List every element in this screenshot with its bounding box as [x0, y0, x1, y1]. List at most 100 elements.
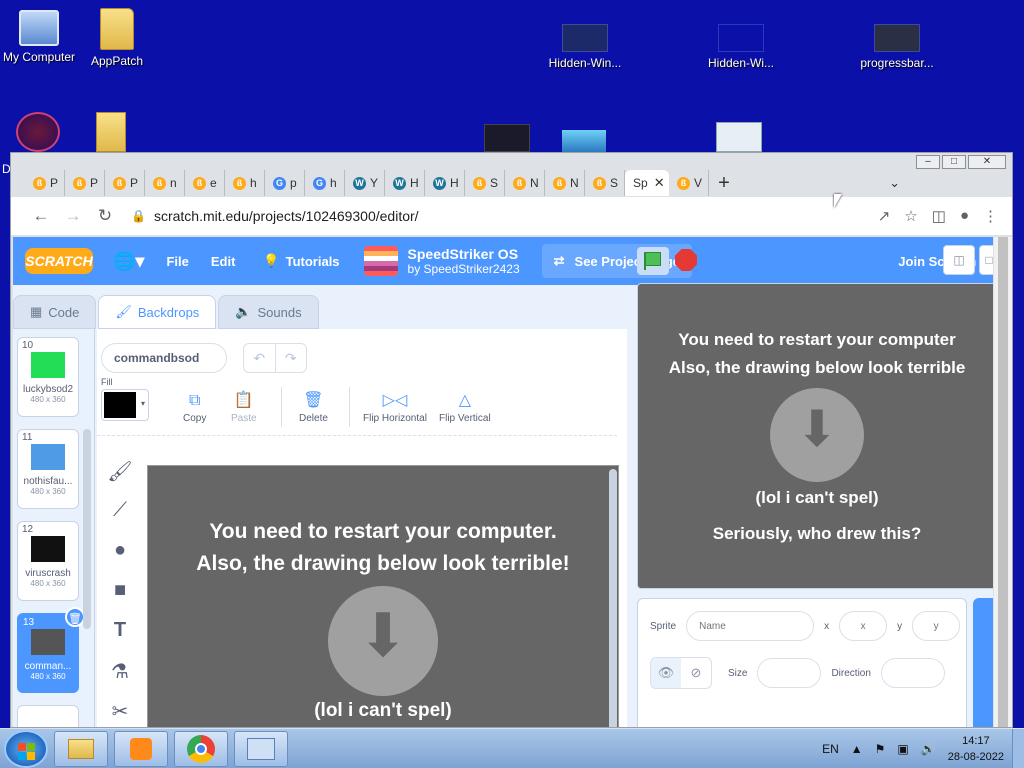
- page-scrollbar[interactable]: [994, 237, 1012, 727]
- fill-color-picker[interactable]: ▾: [101, 389, 149, 421]
- browser-tab[interactable]: ßS: [465, 170, 505, 196]
- back-icon[interactable]: ←: [25, 206, 57, 226]
- browser-tab[interactable]: WH: [385, 170, 425, 196]
- language-indicator[interactable]: EN: [822, 742, 839, 756]
- more-menu-icon[interactable]: ⋮: [983, 207, 998, 225]
- taskbar-explorer[interactable]: [54, 730, 108, 767]
- browser-tab[interactable]: ßS: [585, 170, 625, 196]
- list-scrollbar[interactable]: [83, 429, 91, 629]
- flip-vertical-button[interactable]: △ Flip Vertical: [439, 389, 491, 424]
- browser-tab[interactable]: ßP: [25, 170, 65, 196]
- action-center-icon[interactable]: ⚑: [875, 742, 886, 756]
- stage-selector-panel[interactable]: [973, 598, 993, 727]
- small-stage-button[interactable]: ◫: [943, 245, 975, 275]
- fill-tool-icon[interactable]: ⚗: [105, 659, 135, 699]
- direction-input[interactable]: [880, 658, 945, 688]
- network-icon[interactable]: ▣: [897, 742, 908, 756]
- close-tab-icon[interactable]: ✕: [654, 175, 665, 191]
- backdrop-item[interactable]: 10 luckybsod2 480 x 360: [17, 337, 79, 417]
- browser-tab[interactable]: ße: [185, 170, 225, 196]
- project-author[interactable]: by SpeedStriker2423: [408, 262, 520, 276]
- tab-backdrops[interactable]: 🖌 Backdrops: [98, 295, 217, 329]
- desktop-icon-hidden-win-2[interactable]: Hidden-Wi...: [696, 24, 786, 70]
- taskbar-control-panel[interactable]: [234, 730, 288, 767]
- desktop-icon-thumb-3[interactable]: [716, 122, 762, 152]
- browser-tab[interactable]: ßP: [65, 170, 105, 196]
- green-flag-button[interactable]: [637, 247, 669, 275]
- backdrop-item-partial[interactable]: [17, 705, 79, 727]
- profile-avatar-icon[interactable]: ●: [960, 207, 969, 225]
- maximize-button[interactable]: □: [942, 155, 966, 169]
- minimize-button[interactable]: –: [916, 155, 940, 169]
- edit-menu[interactable]: Edit: [211, 254, 236, 269]
- browser-tab[interactable]: ßn: [145, 170, 185, 196]
- browser-tab[interactable]: ßV: [669, 170, 709, 196]
- y-input[interactable]: [912, 611, 961, 641]
- taskbar-media-player[interactable]: [114, 730, 168, 767]
- bookmark-star-icon[interactable]: ☆: [904, 207, 917, 225]
- flip-horizontal-button[interactable]: ▷◁ Flip Horizontal: [363, 389, 427, 424]
- share-icon[interactable]: ↗: [878, 207, 891, 225]
- text-tool-icon[interactable]: T: [105, 619, 135, 659]
- desktop-icon-star[interactable]: [16, 112, 60, 152]
- desktop-icon-thumb-2[interactable]: [562, 130, 606, 152]
- new-tab-button[interactable]: +: [709, 172, 739, 195]
- browser-tab[interactable]: ßN: [545, 170, 585, 196]
- desktop-icon-thumb-1[interactable]: [484, 124, 530, 152]
- taskbar-chrome[interactable]: [174, 730, 228, 767]
- stage[interactable]: You need to restart your computer Also, …: [637, 283, 993, 589]
- clock[interactable]: 14:17 28-08-2022: [948, 733, 1004, 765]
- url-field[interactable]: 🔒 scratch.mit.edu/projects/102469300/edi…: [131, 202, 878, 230]
- line-tool-icon[interactable]: ⟋: [105, 499, 135, 539]
- tray-arrow-icon[interactable]: ▲: [851, 742, 863, 756]
- size-input[interactable]: [757, 658, 822, 688]
- browser-tab[interactable]: ßP: [105, 170, 145, 196]
- brush-tool-icon[interactable]: 🖌: [105, 459, 135, 499]
- browser-tab[interactable]: WY: [345, 170, 385, 196]
- tutorials-menu[interactable]: 💡 Tutorials: [263, 253, 339, 269]
- eye-show-icon[interactable]: 👁: [651, 658, 681, 688]
- rectangle-tool-icon[interactable]: ■: [105, 579, 135, 619]
- paint-canvas[interactable]: You need to restart your computer. Also,…: [147, 465, 619, 727]
- eye-hide-icon[interactable]: ⊘: [681, 658, 711, 688]
- see-project-page-button[interactable]: ⇄ See Project Page: [541, 244, 693, 278]
- start-button[interactable]: [4, 729, 48, 768]
- backdrop-item-selected[interactable]: 13 comman... 480 x 360 🗑: [17, 607, 85, 693]
- sprite-name-input[interactable]: [686, 611, 815, 641]
- canvas-scrollbar[interactable]: [609, 469, 617, 727]
- tab-sounds[interactable]: 🔈 Sounds: [218, 295, 319, 329]
- close-button[interactable]: ✕: [968, 155, 1006, 169]
- eraser-tool-icon[interactable]: ✂: [105, 699, 135, 727]
- browser-tab[interactable]: Gp: [265, 170, 305, 196]
- file-menu[interactable]: File: [166, 254, 188, 269]
- desktop-icon-hidden-win-1[interactable]: Hidden-Win...: [540, 24, 630, 70]
- circle-tool-icon[interactable]: ●: [105, 539, 135, 579]
- large-stage-button[interactable]: □: [979, 245, 993, 275]
- browser-tab[interactable]: ßh: [225, 170, 265, 196]
- delete-button[interactable]: 🗑 Delete: [299, 389, 328, 424]
- desktop-icon-progressbar[interactable]: progressbar...: [852, 24, 942, 70]
- language-globe-icon[interactable]: 🌐▾: [113, 251, 144, 272]
- browser-tab[interactable]: ßN: [505, 170, 545, 196]
- desktop-icon-apppatch[interactable]: AppPatch: [72, 8, 162, 68]
- undo-icon[interactable]: ↶: [244, 344, 275, 372]
- desktop-icon-folder-2[interactable]: [96, 112, 126, 152]
- side-panel-icon[interactable]: ◫: [932, 207, 946, 225]
- scratch-logo[interactable]: SCRATCH: [25, 248, 93, 274]
- copy-button[interactable]: ⧉ Copy: [183, 389, 206, 424]
- backdrop-item[interactable]: 11 nothisfau... 480 x 360: [17, 429, 79, 509]
- costume-name-input[interactable]: commandbsod: [101, 343, 227, 373]
- browser-tab[interactable]: WH: [425, 170, 465, 196]
- delete-backdrop-icon[interactable]: 🗑: [65, 607, 85, 627]
- tab-search-chevron-icon[interactable]: ⌄: [889, 175, 900, 191]
- show-desktop-button[interactable]: [1012, 728, 1024, 768]
- paste-button[interactable]: 📋 Paste: [231, 389, 257, 424]
- forward-icon[interactable]: →: [57, 206, 89, 226]
- redo-icon[interactable]: ↷: [274, 344, 307, 372]
- scrollbar-thumb[interactable]: [998, 237, 1008, 727]
- browser-tab-active[interactable]: Sp ✕: [625, 170, 669, 196]
- backdrop-item[interactable]: 12 viruscrash 480 x 360: [17, 521, 79, 601]
- project-title[interactable]: SpeedStriker OS: [408, 246, 520, 262]
- browser-tab[interactable]: Gh: [305, 170, 345, 196]
- x-input[interactable]: [839, 611, 888, 641]
